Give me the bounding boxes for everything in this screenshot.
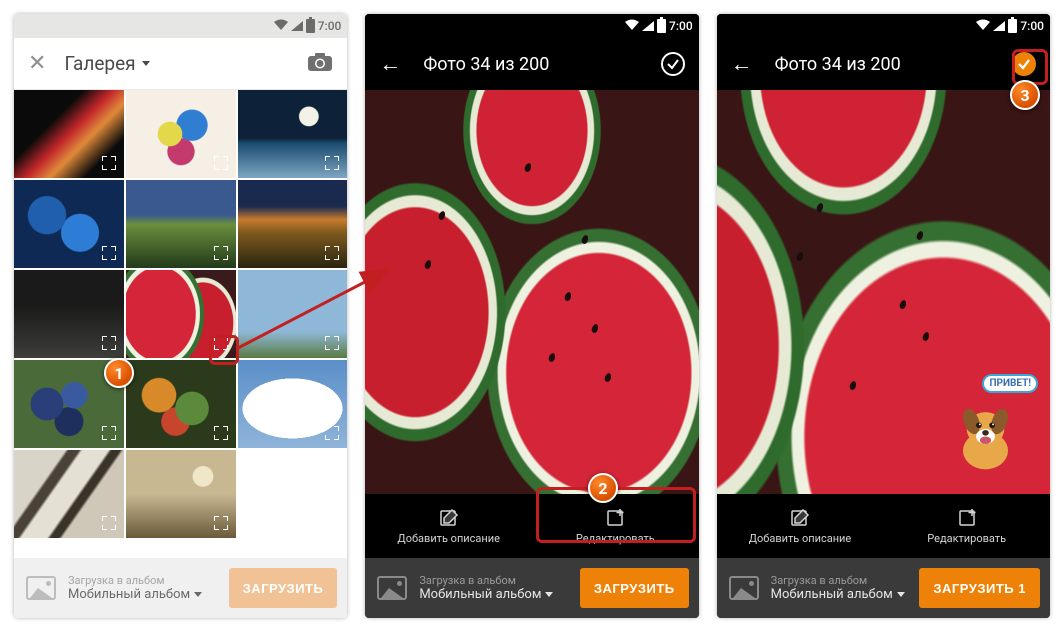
picture-icon [375, 571, 409, 605]
gallery-thumb-abstract-lines[interactable] [14, 450, 124, 538]
gallery-thumb-blue-coral[interactable] [14, 180, 124, 268]
fullscreen-icon[interactable] [322, 333, 342, 353]
fullscreen-icon[interactable] [99, 153, 119, 173]
camera-icon[interactable] [307, 52, 333, 76]
gallery-thumb-rainbow-field[interactable] [126, 180, 236, 268]
status-time: 7:00 [1020, 19, 1044, 33]
status-bar: 7:00 [14, 14, 347, 38]
upload-button[interactable]: ЗАГРУЗИТЬ [229, 568, 338, 608]
upload-bar: Загрузка в альбом Мобильный альбом ЗАГРУ… [14, 558, 347, 618]
album-name: Мобильный альбом [419, 587, 580, 603]
status-time: 7:00 [669, 19, 693, 33]
album-name: Мобильный альбом [68, 587, 229, 603]
upload-bar: Загрузка в альбом Мобильный альбом ЗАГРУ… [365, 558, 698, 618]
edit-button[interactable]: Редактировать [883, 494, 1050, 558]
fullscreen-icon[interactable] [99, 333, 119, 353]
photo-actions: Добавить описание Редактировать [717, 494, 1050, 558]
gallery-title-text: Галерея [64, 52, 135, 75]
status-bar: 7:00 [365, 14, 698, 38]
upload-label: Загрузка в альбом [771, 574, 920, 587]
gallery-thumb-fruits-mix[interactable] [126, 360, 236, 448]
fullscreen-icon[interactable] [211, 243, 231, 263]
back-icon[interactable]: ← [379, 51, 401, 77]
gallery-thumb-moon-clouds[interactable] [238, 90, 348, 178]
upload-label: Загрузка в альбом [68, 574, 229, 587]
annotation-marker-3: 3 [1010, 80, 1040, 110]
add-description-button[interactable]: Добавить описание [365, 494, 532, 558]
screen-gallery: 7:00 ✕ Галерея Загрузка в альбом Мобильн… [14, 14, 347, 618]
fullscreen-icon[interactable] [99, 243, 119, 263]
status-bar: 7:00 [717, 14, 1050, 38]
picture-icon [24, 571, 58, 605]
gallery-thumb-bokeh-field[interactable] [126, 450, 236, 538]
album-name: Мобильный альбом [771, 587, 920, 603]
gallery-thumb-tree-sky[interactable] [238, 270, 348, 358]
fullscreen-icon[interactable] [322, 423, 342, 443]
gallery-thumb-smoke-red[interactable] [14, 90, 124, 178]
photo-viewport[interactable] [365, 90, 698, 494]
battery-icon [1008, 19, 1017, 33]
chevron-down-icon [545, 592, 553, 597]
chevron-down-icon [194, 592, 202, 597]
chevron-down-icon [897, 592, 905, 597]
gallery-grid [14, 90, 347, 558]
sticker-text: ПРИВЕТ! [982, 374, 1038, 393]
gallery-dropdown[interactable]: Галерея [64, 52, 307, 75]
annotation-highlight-1 [209, 335, 239, 365]
fullscreen-icon[interactable] [322, 243, 342, 263]
gallery-thumb-splash-colors[interactable] [126, 90, 236, 178]
gallery-thumb-clouds-white[interactable] [238, 360, 348, 448]
photo-counter: Фото 34 из 200 [775, 54, 1012, 75]
photo-header: ← Фото 34 из 200 [365, 38, 698, 90]
wifi-icon [625, 19, 639, 33]
wifi-icon [274, 19, 288, 33]
screen-photo-edited: 7:00 ← Фото 34 из 200 ПРИВЕТ! [717, 14, 1050, 618]
album-selector[interactable]: Загрузка в альбом Мобильный альбом [771, 574, 920, 603]
upload-button[interactable]: ЗАГРУЗИТЬ [580, 568, 689, 608]
annotation-marker-2: 2 [588, 473, 618, 503]
close-icon[interactable]: ✕ [28, 51, 46, 76]
gallery-thumb-sunset-field[interactable] [238, 180, 348, 268]
fullscreen-icon[interactable] [211, 423, 231, 443]
upload-label: Загрузка в альбом [419, 574, 580, 587]
album-selector[interactable]: Загрузка в альбом Мобильный альбом [68, 574, 229, 603]
gallery-thumb-empty[interactable] [238, 450, 348, 538]
annotation-marker-1: 1 [104, 358, 134, 388]
fullscreen-icon[interactable] [99, 423, 119, 443]
sticker-dog[interactable]: ПРИВЕТ! [940, 374, 1040, 474]
wifi-icon [976, 19, 990, 33]
signal-icon [993, 21, 1005, 31]
fullscreen-icon[interactable] [211, 153, 231, 173]
photo-content [365, 90, 698, 494]
gallery-thumb-rain-dark[interactable] [14, 270, 124, 358]
fullscreen-icon[interactable] [211, 513, 231, 533]
add-description-button[interactable]: Добавить описание [717, 494, 884, 558]
fullscreen-icon[interactable] [99, 513, 119, 533]
photo-viewport[interactable]: ПРИВЕТ! [717, 90, 1050, 494]
signal-icon [291, 21, 303, 31]
upload-button[interactable]: ЗАГРУЗИТЬ 1 [919, 568, 1040, 608]
upload-bar: Загрузка в альбом Мобильный альбом ЗАГРУ… [717, 558, 1050, 618]
battery-icon [657, 19, 666, 33]
back-icon[interactable]: ← [731, 51, 753, 77]
signal-icon [642, 21, 654, 31]
album-selector[interactable]: Загрузка в альбом Мобильный альбом [419, 574, 580, 603]
photo-header: ← Фото 34 из 200 [717, 38, 1050, 90]
select-toggle[interactable] [661, 52, 685, 76]
gallery-header: ✕ Галерея [14, 38, 347, 90]
picture-icon [727, 571, 761, 605]
photo-counter: Фото 34 из 200 [423, 54, 660, 75]
annotation-highlight-3 [1012, 49, 1048, 85]
chevron-down-icon [142, 61, 150, 66]
fullscreen-icon[interactable] [322, 153, 342, 173]
battery-icon [306, 19, 315, 33]
status-time: 7:00 [318, 19, 342, 33]
